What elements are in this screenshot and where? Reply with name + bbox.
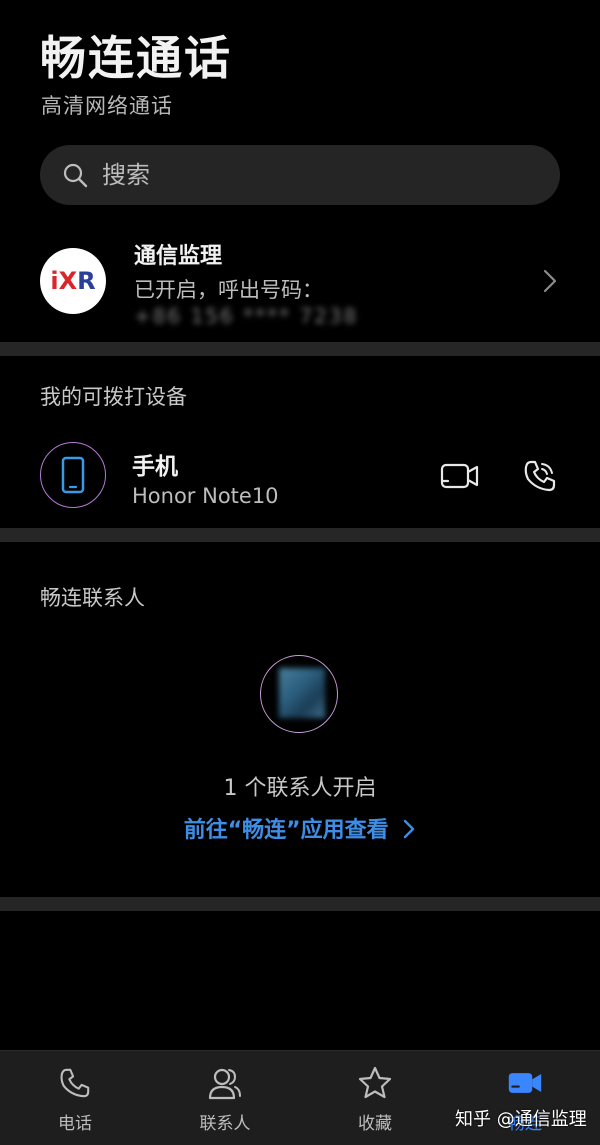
search-icon <box>63 163 88 188</box>
account-number: +86 156 **** 7238 <box>134 304 359 328</box>
contact-count: 1 个联系人开启 <box>223 776 377 801</box>
voice-call-button[interactable] <box>520 456 560 496</box>
account-row[interactable]: iXR 通信监理 已开启，呼出号码： +86 156 **** 7238 <box>0 222 600 340</box>
avatar-image <box>279 668 325 718</box>
device-name: 手机 <box>132 454 178 480</box>
tab-phone[interactable]: 电话 <box>0 1051 150 1145</box>
account-name: 通信监理 <box>134 244 223 269</box>
phone-icon <box>60 1068 90 1098</box>
logo-text: iXR <box>50 267 96 295</box>
video-call-icon <box>508 1073 542 1093</box>
chevron-right-icon <box>543 269 557 293</box>
open-changlian-link-label: 前往“畅连”应用查看 <box>183 818 389 843</box>
divider <box>0 897 600 911</box>
star-icon <box>358 1066 392 1099</box>
divider <box>0 528 600 542</box>
contacts-icon <box>208 1068 241 1100</box>
devices-section-title: 我的可拨打设备 <box>40 385 187 409</box>
page-subtitle: 高清网络通话 <box>41 94 173 118</box>
search-bar[interactable] <box>40 145 560 205</box>
device-avatar <box>40 442 106 508</box>
tab-label: 电话 <box>58 1114 92 1134</box>
account-status: 已开启，呼出号码： <box>134 278 323 302</box>
contact-avatar <box>260 655 338 733</box>
divider <box>0 342 600 356</box>
tab-favorites[interactable]: 收藏 <box>300 1051 450 1145</box>
device-model: Honor Note10 <box>132 484 279 508</box>
video-call-button[interactable] <box>440 458 480 494</box>
watermark: 知乎 @通信监理 <box>455 1109 587 1130</box>
account-logo: iXR <box>40 248 106 314</box>
smartphone-icon <box>61 456 85 494</box>
contacts-section-title: 畅连联系人 <box>40 586 145 610</box>
tab-label: 收藏 <box>358 1114 392 1134</box>
tab-contacts[interactable]: 联系人 <box>150 1051 300 1145</box>
video-camera-icon <box>440 463 479 489</box>
tab-label: 联系人 <box>199 1114 251 1134</box>
open-changlian-link[interactable]: 前往“畅连”应用查看 <box>0 812 600 844</box>
chevron-right-icon <box>404 819 415 839</box>
page-title: 畅连通话 <box>40 31 232 85</box>
search-input[interactable] <box>100 160 524 190</box>
phone-call-icon <box>524 460 556 492</box>
